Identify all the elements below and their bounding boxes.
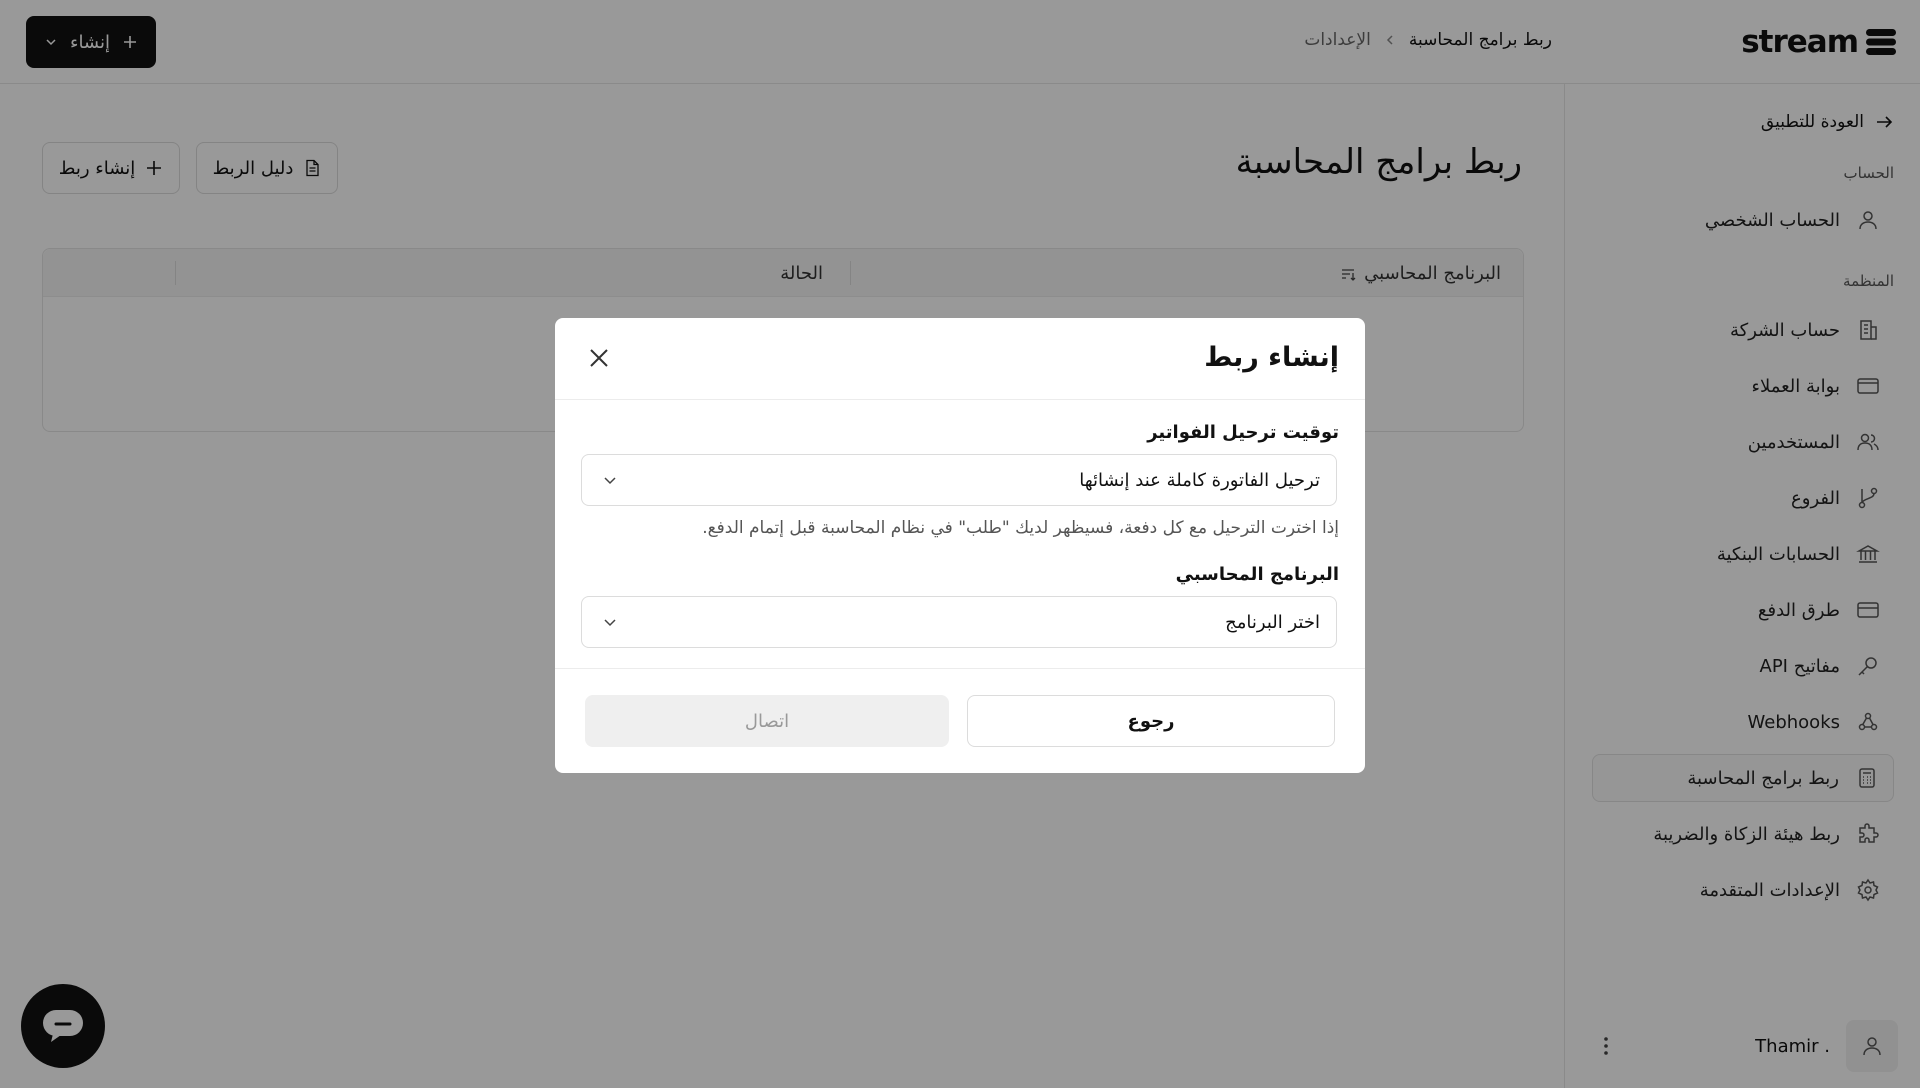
modal-footer: رجوع اتصال [555,668,1365,773]
invoice-timing-help-text: إذا اخترت الترحيل مع كل دفعة، فسيظهر لدي… [702,518,1339,538]
invoice-timing-select[interactable]: ترحيل الفاتورة كاملة عند إنشائها [581,454,1337,506]
create-integration-modal: إنشاء ربط توقيت ترحيل الفواتير ترحيل الف… [555,318,1365,773]
chevron-down-icon [604,477,616,485]
accounting-software-label: البرنامج المحاسبي [1175,564,1339,585]
modal-header: إنشاء ربط [555,318,1365,400]
modal-title: إنشاء ربط [1204,342,1339,373]
close-icon[interactable] [585,344,613,372]
chevron-down-icon [604,619,616,627]
back-button[interactable]: رجوع [967,695,1335,747]
invoice-timing-value: ترحيل الفاتورة كاملة عند إنشائها [1079,469,1320,491]
invoice-timing-label: توقيت ترحيل الفواتير [1147,422,1339,443]
accounting-software-select[interactable]: اختر البرنامج [581,596,1337,648]
connect-button[interactable]: اتصال [585,695,949,747]
accounting-software-placeholder: اختر البرنامج [1225,611,1320,633]
